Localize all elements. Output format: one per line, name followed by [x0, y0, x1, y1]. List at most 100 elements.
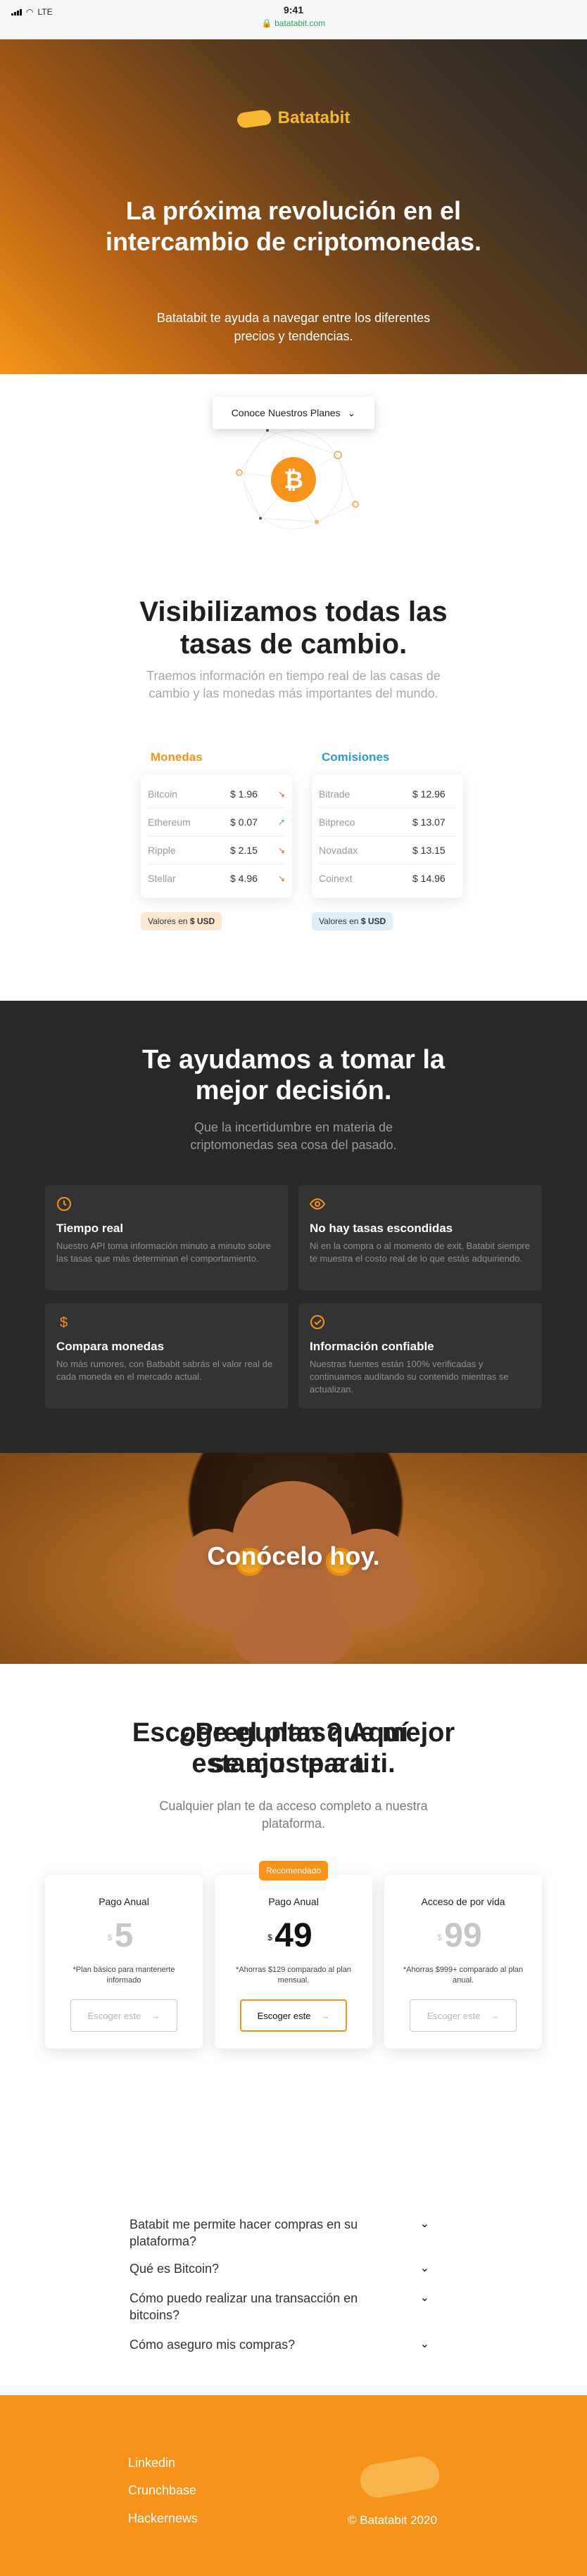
features-subtitle: Que la incertidumbre en materia de cript…: [190, 1120, 397, 1152]
coin-value: $ 4.96: [230, 873, 258, 884]
feature-title: Información confiable: [310, 1340, 434, 1353]
choose-plan-label: Escoger este: [87, 2010, 141, 2021]
features-title: Te ayudamos a tomar la mejor decisión.: [141, 1045, 446, 1106]
currency-symbol: $: [107, 1933, 113, 1942]
eye-icon: [309, 1196, 326, 1212]
exchange-rates-section: ₿ Visibilizamos todas las tasas de cambi…: [0, 374, 587, 1001]
plan-amount: 99: [444, 1917, 482, 1954]
hero-subtitle: Batatabit te ayuda a navegar entre los d…: [156, 311, 431, 343]
exchange-name: Coinext: [319, 873, 353, 884]
chevron-down-icon: ⌄: [419, 2292, 429, 2304]
exchange-value: $ 13.15: [412, 844, 446, 856]
choose-plan-label: Escoger este: [427, 2010, 481, 2021]
plan-note: *Ahorras $999+ comparado al plan anual.: [403, 1966, 524, 1985]
faq-question: Cómo aseguro mis compras?: [130, 2338, 296, 2352]
commissions-table-title: Comisiones: [322, 750, 390, 764]
currency-badge: Valores en $ USD: [312, 912, 393, 930]
rates-subtitle: Traemos información en tiempo real de la…: [146, 669, 441, 700]
plan-name: Pago Anual: [268, 1896, 319, 1907]
badge-unit: $ USD: [360, 916, 386, 926]
feature-card: Tiempo real Nuestro API toma información…: [45, 1185, 289, 1290]
faq-item[interactable]: Qué es Bitcoin? ⌄: [130, 2260, 429, 2277]
exchange-value: $ 13.07: [412, 816, 446, 828]
coin-value: $ 2.15: [230, 844, 258, 856]
hero-section: Batatabit La próxima revolución en el in…: [0, 39, 587, 429]
exchange-name: Bitpreco: [319, 816, 355, 828]
commissions-table-card: Bitrade $ 12.96 Bitpreco $ 13.07 Novadax $ …: [312, 774, 463, 898]
clock: 9:41: [283, 4, 304, 15]
coin-value: $ 1.96: [230, 788, 258, 800]
choose-plan-label: Escoger este: [257, 2010, 311, 2021]
plans-cta-button[interactable]: Conoce Nuestros Planes ⌄: [213, 397, 374, 429]
exchange-value: $ 14.96: [412, 873, 446, 884]
plan-amount: 49: [274, 1917, 313, 1954]
rates-title: Visibilizamos todas las tasas de cambio.: [139, 596, 448, 660]
plan-name: Acceso de por vida: [421, 1896, 505, 1907]
exchange-name: Novadax: [319, 844, 358, 856]
exchange-name: Bitrade: [319, 788, 351, 800]
faq-item[interactable]: Cómo aseguro mis compras? ⌄: [130, 2336, 429, 2353]
faq-item[interactable]: Cómo puedo realizar una transacción en b…: [130, 2290, 429, 2324]
currency-symbol: $: [437, 1933, 442, 1942]
browser-status-bar: ◠ LTE 9:41 🔒 batatabit.com: [0, 0, 587, 39]
lock-icon: 🔒: [261, 18, 272, 28]
plan-card-lifetime: Acceso de por vida $99 *Ahorras $999+ co…: [384, 1875, 542, 2049]
faq-title: ¿Preguntas? Aquí estamos para ti.: [179, 1718, 408, 1779]
brand-logo[interactable]: Batatabit: [0, 108, 587, 128]
table-row: Novadax $ 13.15: [319, 836, 456, 864]
trend-up-icon: ↗: [277, 816, 285, 827]
faq-item[interactable]: Batabit me permite hacer compras en su p…: [130, 2216, 429, 2250]
footer-copyright: © Batatabit 2020: [348, 2513, 437, 2527]
plan-card-recommended: Recomendado Pago Anual $49 *Ahorras $129…: [215, 1861, 372, 2049]
coins-table-title: Monedas: [151, 750, 203, 764]
brand-name: Batatabit: [277, 108, 351, 127]
feature-text: Nuestro API toma información minuto a mi…: [56, 1241, 271, 1264]
coin-value: $ 0.07: [230, 816, 258, 828]
chevron-down-icon: ⌄: [419, 2218, 429, 2230]
coins-table-card: Bitcoin $ 1.96 ↘ Ethereum $ 0.07 ↗ Ripple $ 2…: [141, 774, 292, 898]
coin-name: Ethereum: [148, 816, 191, 828]
feature-title: No hay tasas escondidas: [310, 1222, 453, 1235]
table-row: Bitcoin $ 1.96 ↘: [148, 780, 285, 808]
banner-title: Conócelo hoy.: [207, 1542, 380, 1570]
coin-name: Bitcoin: [148, 788, 178, 800]
url-bar[interactable]: 🔒 batatabit.com: [0, 18, 587, 28]
footer: Linkedin Crunchbase Hackernews © Batatab…: [0, 2395, 587, 2576]
footer-link-linkedin[interactable]: Linkedin: [128, 2456, 175, 2471]
chevron-down-icon: ⌄: [419, 2338, 429, 2350]
feature-text: Nuestras fuentes están 100% verificadas …: [310, 1359, 509, 1395]
clock-icon: [56, 1196, 72, 1212]
plan-amount: 5: [114, 1917, 134, 1954]
faq-question: Batabit me permite hacer compras en su p…: [130, 2217, 358, 2248]
footer-link-crunchbase[interactable]: Crunchbase: [128, 2483, 196, 2498]
arrow-right-icon: →: [490, 2010, 500, 2021]
bitcoin-network-illustration: ₿: [236, 429, 359, 530]
choose-plan-button[interactable]: Escoger este →: [410, 1999, 517, 2032]
plan-price: $49: [267, 1917, 313, 1954]
faq-question: Qué es Bitcoin?: [130, 2262, 220, 2276]
chevron-down-icon: ⌄: [419, 2262, 429, 2274]
feature-title: Tiempo real: [56, 1222, 124, 1235]
table-row: Ripple $ 2.15 ↘: [148, 836, 285, 864]
choose-plan-button[interactable]: Escoger este →: [70, 1999, 177, 2032]
footer-potato-logo-icon: [360, 2452, 439, 2498]
check-circle-icon: [310, 1314, 325, 1330]
currency-badge: Valores en $ USD: [141, 912, 222, 930]
svg-text:₿: ₿: [284, 467, 303, 494]
plan-card-basic: Pago Anual $5 *Plan básico para mantener…: [45, 1875, 203, 2049]
commissions-table: Comisiones Bitrade $ 12.96 Bitpreco $ 13.0…: [312, 750, 463, 930]
arrow-right-icon: →: [320, 2010, 330, 2021]
badge-unit: $ USD: [189, 916, 215, 926]
potato-logo-icon: [237, 108, 271, 128]
chevron-down-icon: ⌄: [347, 406, 356, 418]
url-text: batatabit.com: [274, 18, 326, 28]
badge-prefix: Valores en: [148, 916, 188, 926]
plan-name: Pago Anual: [99, 1896, 149, 1907]
plans-subtitle: Cualquier plan te da acceso completo a n…: [159, 1799, 428, 1831]
plans-cta-label: Conoce Nuestros Planes: [231, 407, 341, 418]
feature-text: Ni en la compra o al momento de exit, Ba…: [310, 1241, 530, 1264]
choose-plan-button[interactable]: Escoger este →: [240, 1999, 347, 2032]
cta-photo-banner: Conócelo hoy.: [0, 1453, 587, 1664]
footer-link-hackernews[interactable]: Hackernews: [128, 2511, 198, 2526]
plan-note: *Plan básico para mantenerte informado: [72, 1966, 175, 1985]
